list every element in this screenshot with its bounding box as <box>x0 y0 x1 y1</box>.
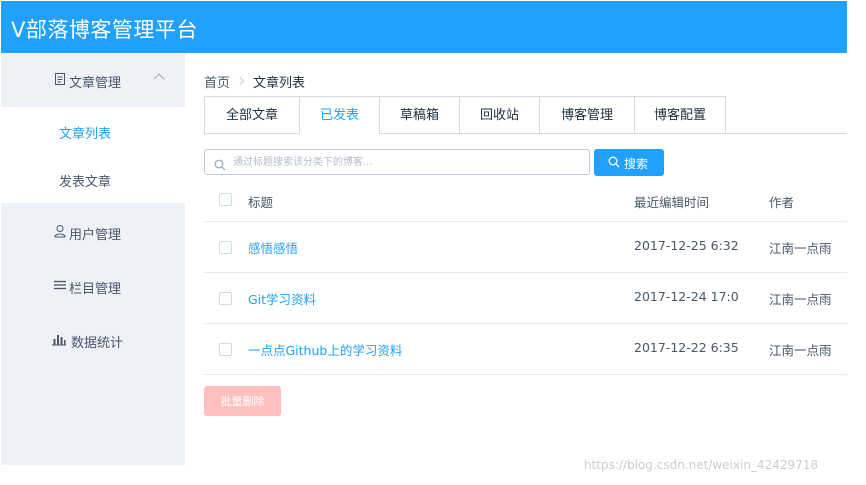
article-title-link[interactable]: Git学习资料 <box>248 289 316 308</box>
search-input[interactable] <box>233 152 583 172</box>
sidebar-group-label: 数据统计 <box>71 336 124 351</box>
sidebar-group-label: 用户管理 <box>69 228 122 243</box>
chevron-up-icon <box>153 73 165 85</box>
breadcrumb: 首页 文章列表 <box>204 72 305 91</box>
table-row: 感悟感悟 2017-12-25 6:32 江南一点雨 <box>204 222 847 273</box>
document-icon <box>53 72 67 86</box>
row-checkbox[interactable] <box>219 241 232 254</box>
tab-blog-config[interactable]: 博客配置 <box>634 96 726 134</box>
article-time: 2017-12-24 17:0 <box>634 289 739 304</box>
app-title: V部落博客管理平台 <box>11 18 198 42</box>
column-header-time: 最近编辑时间 <box>634 195 710 210</box>
article-title-link[interactable]: 感悟感悟 <box>248 238 298 257</box>
tab-blog-management[interactable]: 博客管理 <box>539 96 634 134</box>
search-button-label: 搜索 <box>624 157 649 171</box>
sidebar-group-statistics[interactable]: 数据统计 <box>1 313 185 367</box>
article-title-link[interactable]: 一点点Github上的学习资料 <box>248 340 402 359</box>
breadcrumb-home[interactable]: 首页 <box>204 76 230 91</box>
batch-delete-button[interactable]: 批量删除 <box>204 386 281 416</box>
tab-published[interactable]: 已发表 <box>299 96 379 134</box>
row-checkbox[interactable] <box>219 292 232 305</box>
article-author: 江南一点雨 <box>769 292 832 307</box>
sidebar-group-label: 栏目管理 <box>69 282 122 297</box>
sidebar-item-label: 发表文章 <box>59 175 112 190</box>
search-icon <box>608 156 620 171</box>
column-header-author: 作者 <box>769 195 795 210</box>
tab-recycle-bin[interactable]: 回收站 <box>459 96 539 134</box>
table-header-row: 标题 最近编辑时间 作者 <box>204 180 847 222</box>
sidebar-item-label: 文章列表 <box>59 127 112 142</box>
article-time: 2017-12-22 6:35 <box>634 340 739 355</box>
search-icon <box>214 156 226 175</box>
column-header-title: 标题 <box>248 195 274 210</box>
search-field[interactable] <box>204 149 590 175</box>
row-checkbox[interactable] <box>219 343 232 356</box>
chevron-right-icon <box>235 76 245 85</box>
search-button[interactable]: 搜索 <box>594 149 664 176</box>
article-author: 江南一点雨 <box>769 241 832 256</box>
user-icon <box>53 224 67 238</box>
tab-all-articles[interactable]: 全部文章 <box>204 96 299 134</box>
bar-chart-icon <box>51 332 66 346</box>
table-row: Git学习资料 2017-12-24 17:0 江南一点雨 <box>204 273 847 324</box>
table-row: 一点点Github上的学习资料 2017-12-22 6:35 江南一点雨 <box>204 324 847 375</box>
article-author: 江南一点雨 <box>769 343 832 358</box>
sidebar-group-label: 文章管理 <box>69 76 122 91</box>
sidebar-group-article-management[interactable]: 文章管理 <box>1 53 185 107</box>
sidebar-item-article-list[interactable]: 文章列表 <box>1 107 185 155</box>
select-all-checkbox[interactable] <box>219 193 232 206</box>
article-time: 2017-12-25 6:32 <box>634 238 739 253</box>
breadcrumb-current: 文章列表 <box>253 76 306 91</box>
sidebar-group-user-management[interactable]: 用户管理 <box>1 205 185 259</box>
list-icon <box>53 278 67 292</box>
sidebar-item-publish-article[interactable]: 发表文章 <box>1 155 185 203</box>
sidebar: 文章管理 文章列表 发表文章 用户管理 栏目管理 数据统计 <box>1 53 185 465</box>
tab-divider <box>726 133 847 134</box>
watermark: https://blog.csdn.net/weixin_42429718 <box>584 458 819 472</box>
sidebar-group-category-management[interactable]: 栏目管理 <box>1 259 185 313</box>
top-header: V部落博客管理平台 <box>1 1 847 53</box>
tab-drafts[interactable]: 草稿箱 <box>379 96 459 134</box>
